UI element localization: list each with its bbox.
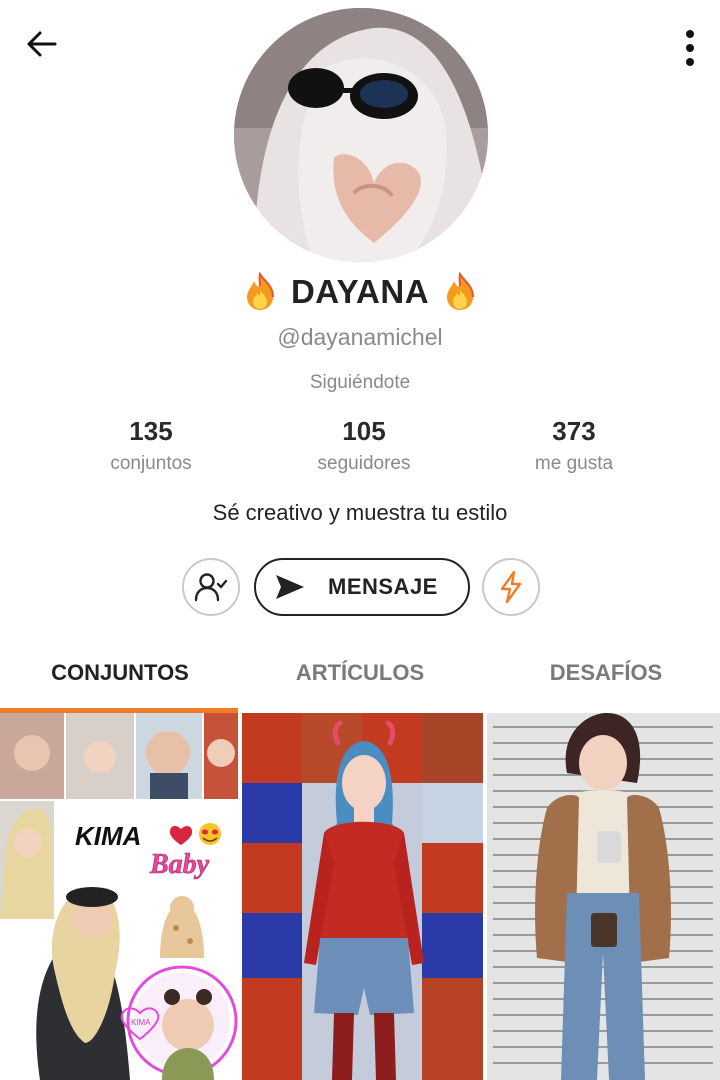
- action-buttons: MENSAJE: [0, 558, 720, 616]
- profile-avatar[interactable]: [234, 8, 488, 262]
- tab-articles[interactable]: ARTÍCULOS: [240, 660, 480, 708]
- message-button-label: MENSAJE: [328, 574, 438, 599]
- stat-outfits[interactable]: 135 conjuntos: [51, 416, 251, 475]
- collage-subtitle: Baby: [149, 849, 210, 880]
- outfit-tile[interactable]: [487, 713, 720, 1080]
- collage-badge: KIMA: [131, 1018, 151, 1027]
- fire-emoji-icon: [447, 272, 475, 310]
- tab-outfits[interactable]: CONJUNTOS: [0, 660, 240, 708]
- dot-icon: [686, 44, 694, 52]
- outfit-tile[interactable]: [242, 713, 483, 1080]
- username-handle: @dayanamichel: [277, 324, 443, 350]
- more-options-button[interactable]: [674, 26, 706, 70]
- stat-label: seguidores: [317, 453, 411, 474]
- stat-value: 373: [552, 416, 596, 446]
- stat-followers[interactable]: 105 seguidores: [264, 416, 464, 475]
- stat-label: me gusta: [534, 453, 614, 474]
- outfit-image-cardigan: [487, 713, 720, 1080]
- stat-value: 135: [129, 416, 173, 446]
- boost-button[interactable]: [482, 558, 540, 616]
- following-button[interactable]: [182, 558, 240, 616]
- outfit-image-collage: KIMA Baby KIMA: [0, 713, 238, 1080]
- outfit-tile[interactable]: KIMA Baby KIMA: [0, 713, 238, 1080]
- profile-stats: 135 conjuntos 105 seguidores 373 me gust…: [0, 416, 720, 486]
- tab-challenges[interactable]: DESAFÍOS: [486, 660, 720, 708]
- avatar-image: [234, 8, 488, 262]
- follow-status-label: Siguiéndote: [309, 372, 411, 393]
- stat-value: 105: [342, 416, 386, 446]
- arrow-left-icon: [27, 31, 57, 57]
- fire-emoji-icon: [246, 272, 274, 310]
- dot-icon: [686, 30, 694, 38]
- profile-bio: Sé creativo y muestra tu estilo: [212, 500, 508, 525]
- user-check-icon: [194, 573, 228, 602]
- profile-tabs: CONJUNTOS ARTÍCULOS DESAFÍOS: [0, 652, 720, 708]
- display-name: DAYANA: [290, 273, 430, 310]
- outfit-image-red-sweater: [242, 713, 483, 1080]
- send-icon: [276, 575, 304, 599]
- back-button[interactable]: [22, 24, 62, 64]
- collage-title: KIMA: [75, 821, 141, 851]
- lightning-icon: [500, 570, 522, 604]
- stat-likes[interactable]: 373 me gusta: [474, 416, 674, 475]
- message-button[interactable]: MENSAJE: [254, 558, 470, 616]
- name-row: DAYANA: [0, 272, 720, 312]
- dot-icon: [686, 58, 694, 66]
- outfits-grid: KIMA Baby KIMA: [0, 713, 720, 1080]
- stat-label: conjuntos: [110, 453, 192, 474]
